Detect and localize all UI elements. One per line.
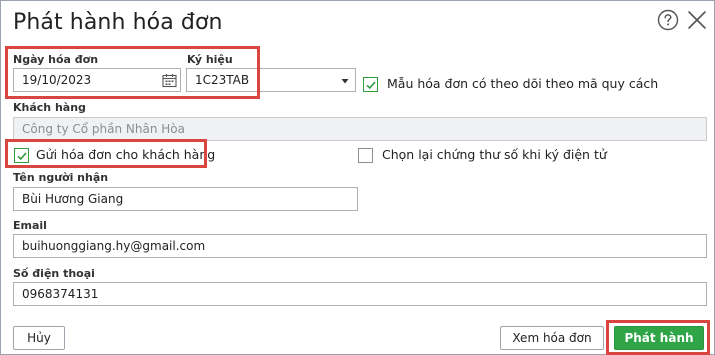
customer-label: Khách hàng [13, 101, 86, 114]
send-to-customer-label: Gửi hóa đơn cho khách hàng [36, 147, 216, 162]
help-icon[interactable] [657, 9, 679, 31]
publish-button-label: Phát hành [624, 331, 694, 345]
cancel-button[interactable]: Hủy [13, 326, 65, 350]
template-tracking-label: Mẫu hóa đơn có theo dõi theo mã quy cách [387, 76, 659, 91]
invoice-symbol-label: Ký hiệu [187, 53, 233, 66]
preview-invoice-button[interactable]: Xem hóa đơn [500, 326, 604, 350]
close-icon[interactable] [686, 9, 708, 31]
email-input[interactable]: buihuonggiang.hy@gmail.com [13, 234, 707, 258]
chevron-down-icon[interactable] [340, 75, 350, 85]
invoice-symbol-value: 1C23TAB [195, 73, 250, 87]
send-to-customer-checkbox[interactable] [14, 148, 29, 163]
invoice-date-value: 19/10/2023 [22, 73, 92, 87]
calendar-icon[interactable] [162, 73, 177, 88]
checkmark-icon [366, 81, 376, 90]
customer-input: Công ty Cổ phần Nhân Hòa [13, 117, 707, 141]
customer-value: Công ty Cổ phần Nhân Hòa [22, 122, 185, 136]
checkmark-icon [17, 152, 27, 161]
cancel-button-label: Hủy [27, 331, 51, 345]
reselect-cert-label: Chọn lại chứng thư số khi ký điện tử [382, 147, 607, 162]
template-tracking-checkbox[interactable] [363, 77, 378, 92]
recipient-value: Bùi Hương Giang [22, 192, 124, 206]
preview-invoice-label: Xem hóa đơn [512, 331, 592, 345]
recipient-input[interactable]: Bùi Hương Giang [13, 187, 358, 211]
dialog-title: Phát hành hóa đơn [13, 10, 223, 35]
publish-invoice-dialog: Phát hành hóa đơn Ngày hóa đơn 19/10/202… [0, 0, 715, 355]
invoice-date-input[interactable]: 19/10/2023 [13, 68, 181, 92]
phone-value: 0968374131 [22, 287, 99, 301]
publish-button[interactable]: Phát hành [614, 326, 704, 350]
email-label: Email [13, 219, 47, 232]
email-value: buihuonggiang.hy@gmail.com [22, 239, 206, 253]
phone-label: Số điện thoại [13, 267, 95, 280]
phone-input[interactable]: 0968374131 [13, 282, 707, 306]
reselect-cert-checkbox[interactable] [358, 148, 373, 163]
invoice-date-label: Ngày hóa đơn [13, 53, 99, 66]
invoice-symbol-select[interactable]: 1C23TAB [186, 68, 356, 92]
recipient-label: Tên người nhận [13, 171, 109, 184]
